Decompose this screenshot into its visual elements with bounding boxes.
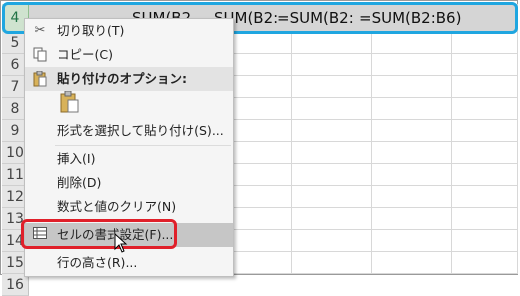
row-16: 16 bbox=[2, 274, 518, 296]
menu-item-insert[interactable]: 挿入(I) bbox=[25, 147, 233, 171]
menu-item-copy[interactable]: コピー(C) bbox=[25, 43, 233, 67]
scissors-icon: ✂ bbox=[34, 23, 46, 38]
menu-header-paste-options: 貼り付けのオプション: bbox=[25, 67, 233, 91]
menu-item-paste-special[interactable]: 形式を選択して貼り付け(S)... bbox=[25, 119, 233, 143]
row-header[interactable]: 16 bbox=[2, 274, 29, 296]
paste-icon[interactable] bbox=[59, 90, 79, 113]
menu-item-cut[interactable]: ✂ 切り取り(T) bbox=[25, 19, 233, 43]
clipboard-icon bbox=[31, 70, 49, 87]
format-cells-highlight bbox=[21, 219, 177, 249]
menu-item-delete[interactable]: 削除(D) bbox=[25, 171, 233, 195]
menu-separator bbox=[55, 145, 231, 146]
mouse-pointer-icon bbox=[114, 233, 128, 253]
copy-icon bbox=[31, 47, 49, 63]
menu-item-row-height[interactable]: 行の高さ(R)... bbox=[25, 251, 233, 275]
menu-item-clear-contents[interactable]: 数式と値のクリア(N) bbox=[25, 195, 233, 219]
